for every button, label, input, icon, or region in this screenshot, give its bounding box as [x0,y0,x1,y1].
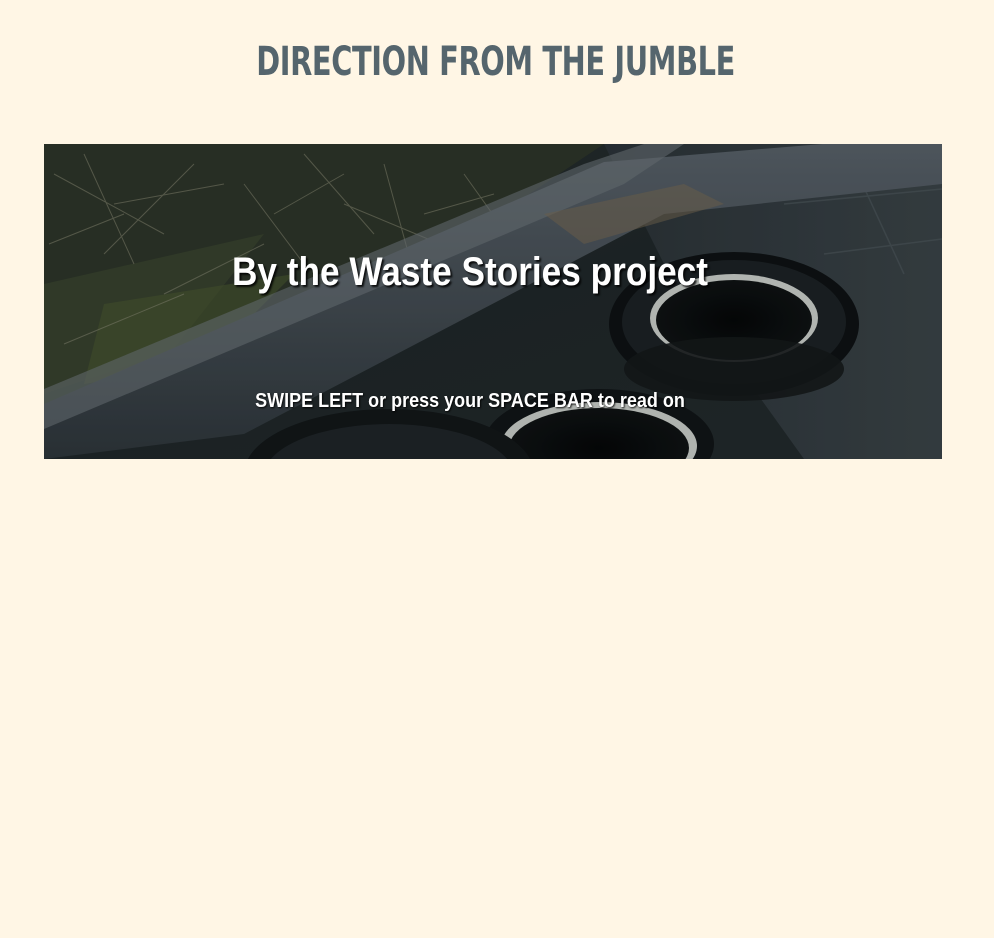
page-title: DIRECTION FROM THE JUMBLE [256,39,735,85]
hero-slide[interactable]: By the Waste Stories project SWIPE LEFT … [44,144,942,459]
slide-heading: By the Waste Stories project [232,250,708,294]
page-background: DIRECTION FROM THE JUMBLE By the Waste S… [0,0,994,938]
swipe-hint: SWIPE LEFT or press your SPACE BAR to re… [255,390,685,412]
